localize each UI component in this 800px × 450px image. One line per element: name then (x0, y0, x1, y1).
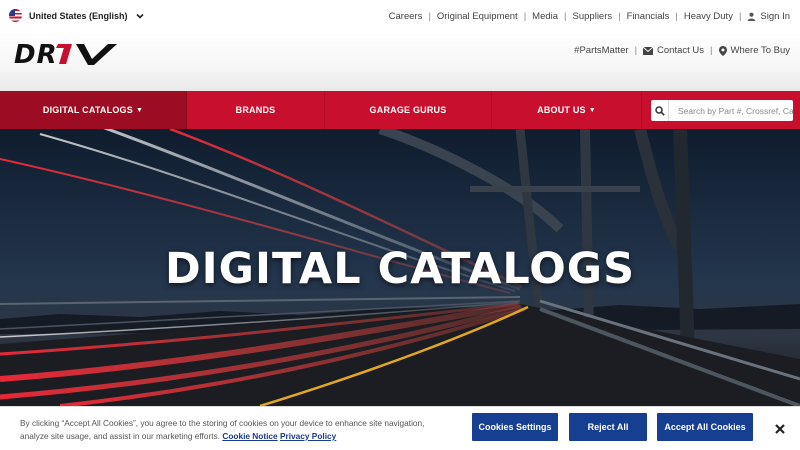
contact-us-label: Contact Us (657, 45, 705, 56)
divider: | (523, 11, 527, 22)
divider: | (738, 11, 742, 22)
accept-all-cookies-button[interactable]: Accept All Cookies (657, 413, 753, 441)
nav-label: ABOUT US (537, 105, 586, 115)
caret-down-icon: ▼ (588, 106, 596, 114)
nav-item-garage-gurus[interactable]: GARAGE GURUS (325, 91, 492, 129)
search-box (651, 100, 793, 121)
nav-item-digital-catalogs[interactable]: DIGITAL CATALOGS ▼ (0, 91, 187, 129)
sub-nav: #PartsMatter | Contact Us | Where To Buy (574, 45, 790, 56)
cookies-settings-button[interactable]: Cookies Settings (472, 413, 558, 441)
locale-selector[interactable]: United States (English) (9, 9, 145, 22)
where-to-buy-link[interactable]: Where To Buy (718, 45, 791, 56)
search-button[interactable] (651, 100, 669, 121)
contact-us-link[interactable]: Contact Us (643, 45, 704, 56)
divider: | (710, 45, 713, 56)
nav-item-about-us[interactable]: ABOUT US ▼ (492, 91, 642, 129)
reject-all-button[interactable]: Reject All (569, 413, 647, 441)
map-pin-icon (718, 45, 727, 56)
nav-label: DIGITAL CATALOGS (42, 105, 133, 115)
privacy-policy-link[interactable]: Privacy Policy (280, 431, 336, 441)
cookie-text-block: By clicking “Accept All Cookies”, you ag… (20, 417, 445, 443)
nav-item-brands[interactable]: BRANDS (187, 91, 325, 129)
utility-link-careers[interactable]: Careers (389, 11, 423, 22)
utility-link-financials[interactable]: Financials (627, 11, 670, 22)
sign-in-link[interactable]: Sign In (747, 11, 790, 22)
hero-banner: DIGITAL CATALOGS (0, 129, 800, 406)
site-header: DR #PartsMatter | Contact Us | Where To … (0, 32, 800, 91)
divider: | (564, 11, 567, 22)
utility-link-original-equipment[interactable]: Original Equipment (437, 11, 518, 22)
search-input[interactable] (669, 105, 793, 116)
locale-label: United States (English) (29, 10, 128, 21)
nav-label: BRANDS (235, 105, 276, 115)
cookie-banner: By clicking “Accept All Cookies”, you ag… (0, 406, 800, 450)
where-to-buy-label: Where To Buy (730, 45, 791, 56)
user-icon (748, 12, 756, 21)
main-nav: DIGITAL CATALOGS ▼ BRANDS GARAGE GURUS A… (0, 91, 800, 129)
hero-title: DIGITAL CATALOGS (164, 244, 636, 294)
logo-red-stroke-top (56, 44, 68, 48)
utility-link-media[interactable]: Media (532, 11, 558, 22)
close-icon[interactable] (773, 422, 787, 436)
utility-bar: United States (English) Careers | Origin… (0, 0, 800, 32)
divider: | (428, 11, 431, 22)
sign-in-label: Sign In (760, 11, 790, 22)
nav-label: GARAGE GURUS (369, 105, 447, 115)
parts-matter-link[interactable]: #PartsMatter (574, 45, 628, 56)
divider: | (618, 11, 621, 22)
logo-wordmark-v (76, 44, 117, 65)
search-icon (654, 105, 665, 116)
utility-nav: Careers | Original Equipment | Media | S… (389, 11, 790, 22)
caret-down-icon: ▼ (135, 106, 144, 114)
chevron-down-icon (135, 13, 144, 19)
envelope-icon (643, 46, 654, 55)
utility-link-suppliers[interactable]: Suppliers (573, 11, 613, 22)
logo-wordmark-dr: DR (14, 41, 58, 67)
divider: | (675, 11, 678, 22)
cookie-notice-link[interactable]: Cookie Notice (222, 431, 277, 441)
us-flag-icon (9, 9, 22, 22)
driv-logo[interactable]: DR (14, 41, 132, 67)
utility-link-heavy-duty[interactable]: Heavy Duty (684, 11, 733, 22)
divider: | (634, 45, 638, 56)
